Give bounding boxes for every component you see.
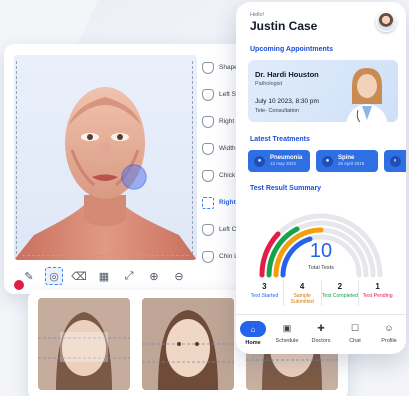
stat-label: Test Pending	[362, 293, 393, 299]
calendar-icon: ▣	[282, 322, 292, 333]
nav-chat[interactable]: ☐ Chat	[340, 321, 370, 345]
stat-label: Test Completed	[321, 293, 358, 299]
user-icon: ☺	[384, 323, 394, 333]
test-stats: 3 Test Started 4 Sample Submitted 2 Test…	[246, 280, 396, 306]
appointment-datetime: July 10 2023, 8:30 pm	[255, 98, 319, 105]
face-outline-icon	[202, 250, 214, 263]
nav-label: Doctors	[311, 338, 331, 344]
face-photo	[38, 298, 130, 390]
face-muscle-image	[14, 55, 197, 260]
face-outline-icon	[202, 223, 214, 236]
nav-schedule[interactable]: ▣ Schedule	[272, 321, 302, 345]
nav-label: Chat	[349, 338, 361, 344]
face-thumbnail[interactable]	[142, 298, 234, 390]
doctor-name: Dr. Hardi Houston	[255, 70, 319, 79]
home-icon: ⌂	[240, 321, 266, 337]
stat-started: 3 Test Started	[246, 280, 284, 306]
expand-icon[interactable]: ⤢	[120, 267, 138, 285]
mobile-app-screen: Hello! Justin Case Upcoming Appointments…	[236, 2, 406, 354]
greeting: Hello!	[250, 12, 265, 18]
stat-submitted: 4 Sample Submitted	[284, 280, 322, 306]
medical-bag-icon: ✚	[317, 322, 325, 333]
spine-icon: ●	[322, 155, 333, 167]
nav-profile[interactable]: ☺ Profile	[374, 321, 404, 344]
nav-label: Home	[245, 340, 261, 346]
stat-completed: 2 Test Completed	[322, 280, 360, 306]
nav-doctors[interactable]: ✚ Doctors	[306, 321, 336, 345]
grid-icon[interactable]: ▦	[95, 267, 113, 285]
face-outline-icon	[202, 61, 214, 74]
treatment-card[interactable]: ● Spine 26 April 2018	[316, 150, 378, 172]
nav-label: Profile	[381, 338, 397, 344]
stat-count: 2	[337, 282, 343, 291]
target-icon[interactable]: ◎	[45, 267, 63, 285]
latest-treatments-heading: Latest Treatments	[250, 136, 310, 143]
user-name: Justin Case	[250, 19, 318, 33]
treatment-date: 26 April 2018	[338, 161, 365, 167]
stat-pending: 1 Test Pending	[359, 280, 396, 306]
color-picker-icon[interactable]	[14, 280, 24, 290]
horizontal-ruler	[22, 255, 189, 256]
analysis-toolbar: ✎ ◎ ⌫ ▦ ⤢ ⊕ ⊖	[14, 265, 194, 287]
eraser-icon[interactable]: ⌫	[70, 267, 88, 285]
face-photo	[142, 298, 234, 390]
total-tests-count: 10	[309, 240, 333, 262]
lungs-icon: ◐	[390, 155, 401, 167]
stat-label: Sample Submitted	[290, 293, 314, 305]
vertical-ruler-right	[187, 61, 193, 254]
face-analysis-panel: Shape Left Sh Right S Width Chick t Righ…	[4, 44, 254, 294]
stat-count: 4	[299, 282, 305, 291]
upcoming-appointments-heading: Upcoming Appointments	[250, 46, 333, 53]
zoom-out-icon[interactable]: ⊖	[170, 267, 188, 285]
bottom-navigation: ⌂ Home ▣ Schedule ✚ Doctors ☐ Chat ☺ Profile	[236, 314, 406, 354]
vertical-ruler-left	[16, 61, 22, 254]
measurement-label: Shape	[219, 64, 238, 71]
face-outline-icon	[202, 142, 214, 155]
nav-label: Schedule	[275, 338, 299, 344]
face-anatomy-illustration	[14, 87, 197, 260]
avatar[interactable]	[376, 12, 396, 32]
face-outline-icon	[202, 169, 214, 182]
total-tests-label: Total Tests	[308, 265, 334, 271]
treatment-date: 12 may 2022	[270, 161, 297, 167]
chat-icon: ☐	[350, 322, 360, 333]
face-thumbnail[interactable]	[38, 298, 130, 390]
stat-count: 1	[375, 282, 380, 291]
appointment-type: Tele- Consultation	[255, 108, 300, 114]
treatment-card[interactable]: ● Pneumonia 12 may 2022	[248, 150, 310, 172]
test-result-summary-heading: Test Result Summary	[250, 185, 322, 192]
stat-label: Test Started	[250, 293, 279, 299]
zoom-in-icon[interactable]: ⊕	[145, 267, 163, 285]
nav-home[interactable]: ⌂ Home	[238, 321, 268, 346]
measurement-label: Width	[219, 145, 236, 152]
face-outline-icon	[202, 196, 214, 209]
appointment-card[interactable]: Dr. Hardi Houston Pathologist July 10 20…	[248, 60, 398, 122]
treatment-card[interactable]: ◐	[384, 150, 406, 172]
doctor-specialty: Pathologist	[255, 81, 283, 87]
face-outline-icon	[202, 115, 214, 128]
doctor-photo	[346, 68, 388, 122]
stat-count: 3	[262, 282, 267, 291]
lungs-icon: ●	[254, 155, 265, 167]
face-outline-icon	[202, 88, 214, 101]
